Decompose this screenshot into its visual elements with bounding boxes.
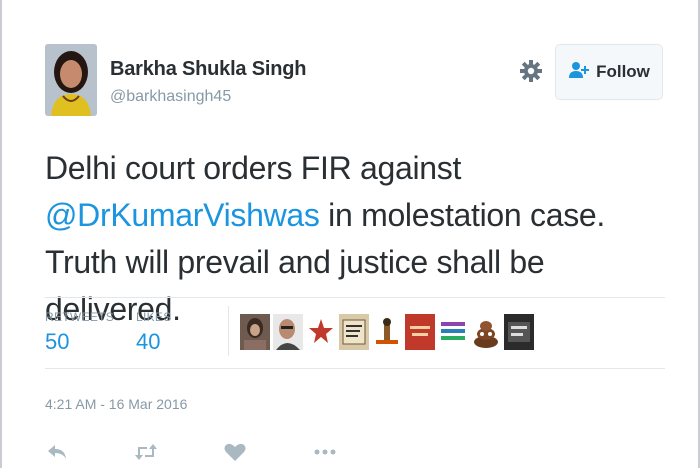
- stats-divider: [228, 306, 229, 356]
- like-icon[interactable]: [222, 441, 248, 463]
- gear-icon[interactable]: [518, 58, 544, 84]
- window-left-edge: [0, 0, 2, 468]
- liker-avatar-7[interactable]: [438, 314, 468, 350]
- tweet-text: Delhi court orders FIR against @DrKumarV…: [45, 145, 665, 333]
- liker-avatar-3[interactable]: [306, 314, 336, 350]
- likes-label: LIKES: [136, 310, 172, 324]
- likers-avatar-row: [240, 314, 534, 350]
- retweets-stat[interactable]: RETWEETS 50: [45, 310, 114, 355]
- divider: [45, 368, 665, 369]
- retweet-icon[interactable]: [133, 441, 159, 463]
- liker-avatar-6[interactable]: [405, 314, 435, 350]
- liker-avatar-1[interactable]: [240, 314, 270, 350]
- mention-link[interactable]: @DrKumarVishwas: [45, 197, 320, 233]
- retweets-count: 50: [45, 329, 70, 354]
- tweet-timestamp[interactable]: 4:21 AM - 16 Mar 2016: [45, 396, 187, 412]
- tweet-text-start: Delhi court orders FIR against: [45, 150, 462, 186]
- reply-icon[interactable]: [45, 441, 71, 463]
- follow-button[interactable]: Follow: [555, 44, 663, 100]
- author-avatar[interactable]: [45, 44, 97, 116]
- follow-label: Follow: [596, 62, 650, 81]
- retweets-label: RETWEETS: [45, 310, 115, 324]
- author-name[interactable]: Barkha Shukla Singh: [110, 58, 306, 81]
- liker-avatar-4[interactable]: [339, 314, 369, 350]
- divider: [45, 297, 665, 298]
- likes-count: 40: [136, 329, 161, 354]
- liker-avatar-5[interactable]: [372, 314, 402, 350]
- liker-avatar-8[interactable]: [471, 314, 501, 350]
- add-user-icon: [568, 61, 590, 84]
- liker-avatar-9[interactable]: [504, 314, 534, 350]
- more-icon[interactable]: [312, 441, 338, 463]
- liker-avatar-2[interactable]: [273, 314, 303, 350]
- likes-stat[interactable]: LIKES 40: [136, 310, 172, 355]
- author-handle[interactable]: @barkhasingh45: [110, 88, 231, 106]
